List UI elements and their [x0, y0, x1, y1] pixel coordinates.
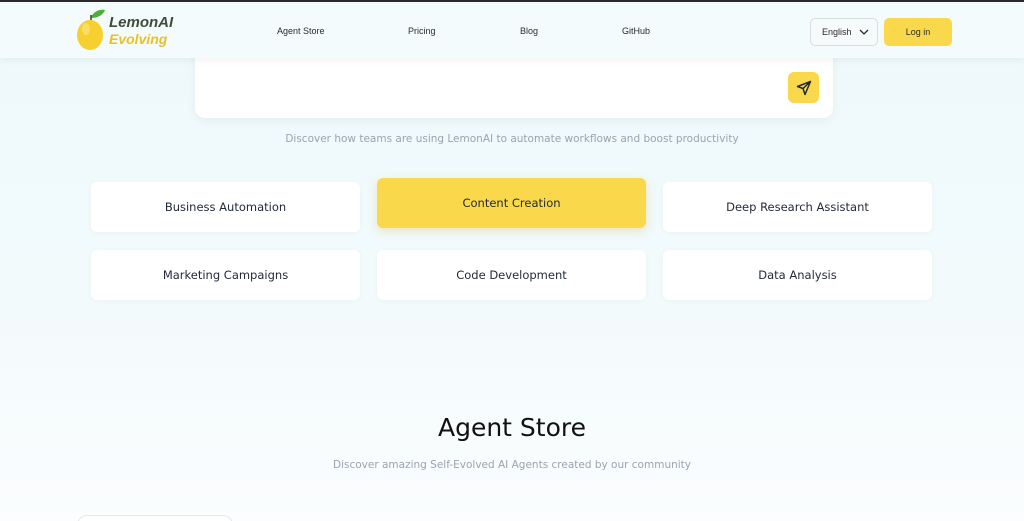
logo-text: LemonAI Evolving	[109, 14, 174, 47]
logo-subtitle: Evolving	[109, 31, 168, 47]
agent-card[interactable]	[77, 515, 233, 521]
lemon-icon	[77, 9, 105, 50]
use-case-code-development[interactable]: Code Development	[377, 250, 646, 300]
login-button[interactable]: Log in	[884, 18, 952, 46]
logo-name: LemonAI	[109, 14, 174, 31]
agent-store-title: Agent Store	[437, 413, 587, 442]
use-case-business-automation[interactable]: Business Automation	[91, 182, 360, 232]
nav-github[interactable]: GitHub	[622, 26, 650, 36]
use-case-deep-research-assistant[interactable]: Deep Research Assistant	[663, 182, 932, 232]
send-button[interactable]	[788, 72, 819, 103]
nav-agent-store[interactable]: Agent Store	[277, 26, 325, 36]
language-value: English	[822, 27, 852, 37]
use-cases-description: Discover how teams are using LemonAI to …	[285, 133, 739, 145]
use-case-data-analysis[interactable]: Data Analysis	[663, 250, 932, 300]
send-icon	[796, 80, 811, 95]
agent-store-subtitle: Discover amazing Self-Evolved AI Agents …	[333, 459, 691, 471]
use-case-content-creation[interactable]: Content Creation	[377, 178, 646, 228]
nav-blog[interactable]: Blog	[520, 26, 538, 36]
nav-pricing[interactable]: Pricing	[408, 26, 436, 36]
use-case-marketing-campaigns[interactable]: Marketing Campaigns	[91, 250, 360, 300]
logo[interactable]: LemonAI Evolving	[76, 8, 186, 52]
chevron-down-icon	[859, 27, 869, 37]
site-header: LemonAI Evolving Agent Store Pricing Blo…	[0, 2, 1024, 58]
language-select[interactable]: English	[810, 18, 878, 46]
